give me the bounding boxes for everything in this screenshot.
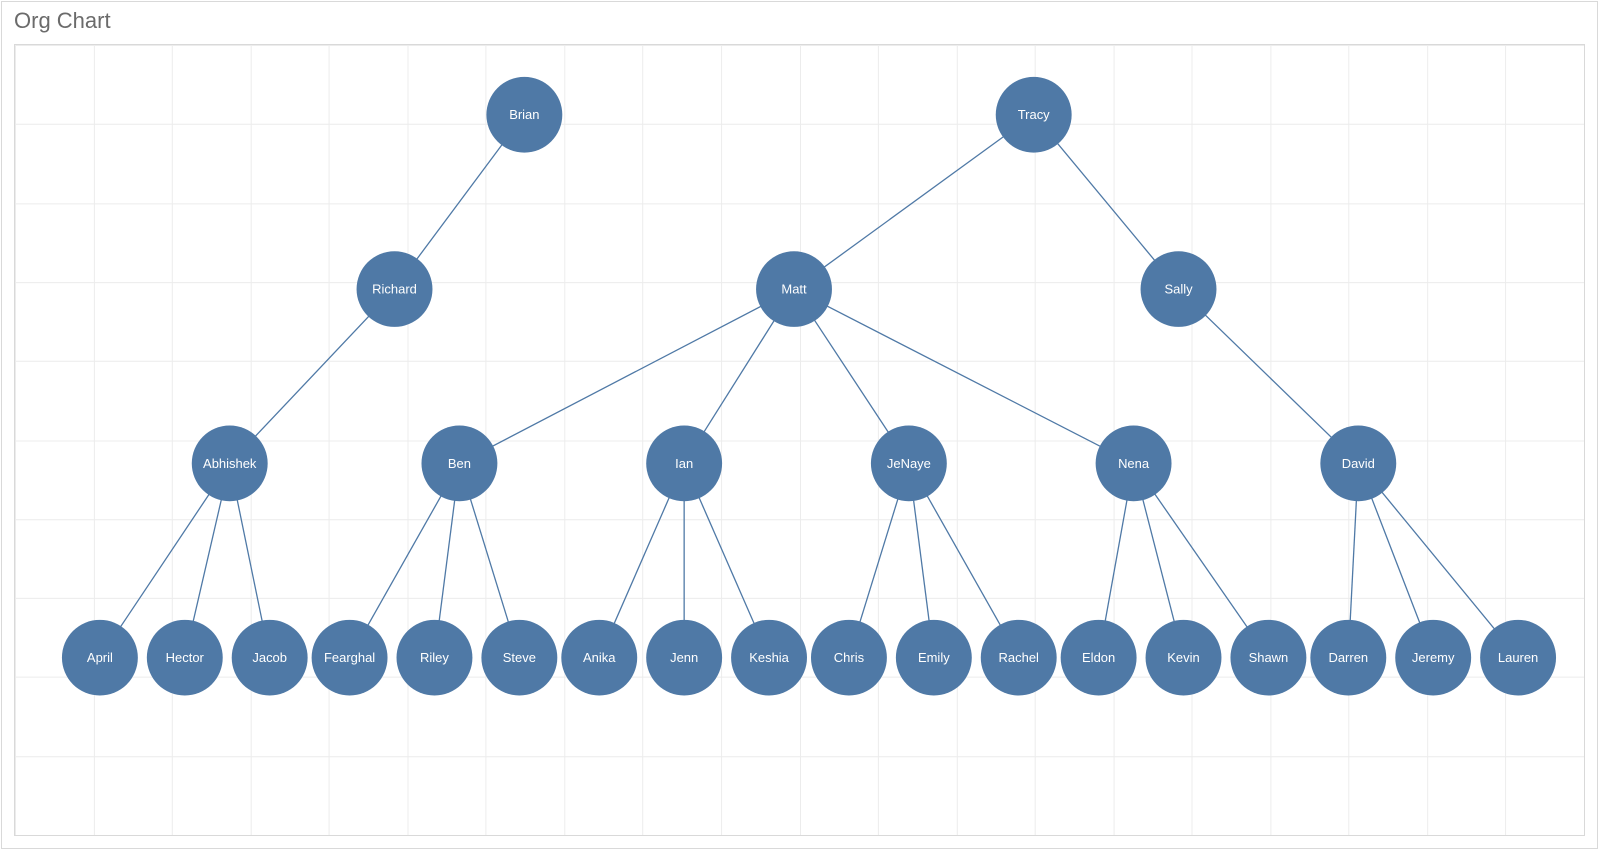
node-circle bbox=[1310, 620, 1386, 696]
node-circle bbox=[312, 620, 388, 696]
node-circle bbox=[1230, 620, 1306, 696]
org-node-jeremy[interactable]: Jeremy bbox=[1395, 620, 1471, 696]
node-circle bbox=[1395, 620, 1471, 696]
org-node-nena[interactable]: Nena bbox=[1096, 426, 1172, 502]
org-node-emily[interactable]: Emily bbox=[896, 620, 972, 696]
node-circle bbox=[1480, 620, 1556, 696]
node-circle bbox=[486, 77, 562, 153]
node-circle bbox=[147, 620, 223, 696]
node-circle bbox=[1146, 620, 1222, 696]
org-link bbox=[459, 289, 794, 463]
org-node-chris[interactable]: Chris bbox=[811, 620, 887, 696]
org-node-darren[interactable]: Darren bbox=[1310, 620, 1386, 696]
node-circle bbox=[981, 620, 1057, 696]
org-node-steve[interactable]: Steve bbox=[481, 620, 557, 696]
node-circle bbox=[646, 620, 722, 696]
node-circle bbox=[646, 426, 722, 502]
org-node-abhishek[interactable]: Abhishek bbox=[192, 426, 268, 502]
org-node-jacob[interactable]: Jacob bbox=[232, 620, 308, 696]
node-circle bbox=[481, 620, 557, 696]
node-circle bbox=[192, 426, 268, 502]
org-node-richard[interactable]: Richard bbox=[357, 251, 433, 327]
node-circle bbox=[62, 620, 138, 696]
node-circle bbox=[397, 620, 473, 696]
dashboard-frame: Org Chart Brian Tracy Richard Matt Sally Abhi… bbox=[1, 1, 1598, 849]
org-node-ben[interactable]: Ben bbox=[421, 426, 497, 502]
node-circle bbox=[232, 620, 308, 696]
node-circle bbox=[756, 251, 832, 327]
node-circle bbox=[1141, 251, 1217, 327]
org-node-anika[interactable]: Anika bbox=[561, 620, 637, 696]
dashboard-title: Org Chart bbox=[14, 8, 111, 34]
node-circle bbox=[996, 77, 1072, 153]
node-circle bbox=[561, 620, 637, 696]
org-link bbox=[794, 115, 1034, 289]
node-circle bbox=[1061, 620, 1137, 696]
nodes-layer: Brian Tracy Richard Matt Sally Abhishek Ben Ian… bbox=[62, 77, 1556, 696]
org-node-sally[interactable]: Sally bbox=[1141, 251, 1217, 327]
org-node-shawn[interactable]: Shawn bbox=[1230, 620, 1306, 696]
links-layer bbox=[100, 115, 1518, 658]
node-circle bbox=[421, 426, 497, 502]
node-circle bbox=[357, 251, 433, 327]
org-chart-area[interactable]: Brian Tracy Richard Matt Sally Abhishek Ben Ian… bbox=[14, 44, 1585, 836]
node-circle bbox=[1096, 426, 1172, 502]
org-node-april[interactable]: April bbox=[62, 620, 138, 696]
org-node-keshia[interactable]: Keshia bbox=[731, 620, 807, 696]
node-circle bbox=[896, 620, 972, 696]
org-node-jenn[interactable]: Jenn bbox=[646, 620, 722, 696]
org-node-kevin[interactable]: Kevin bbox=[1146, 620, 1222, 696]
org-node-jenaye[interactable]: JeNaye bbox=[871, 426, 947, 502]
org-node-matt[interactable]: Matt bbox=[756, 251, 832, 327]
org-node-tracy[interactable]: Tracy bbox=[996, 77, 1072, 153]
org-node-ian[interactable]: Ian bbox=[646, 426, 722, 502]
node-circle bbox=[871, 426, 947, 502]
org-node-rachel[interactable]: Rachel bbox=[981, 620, 1057, 696]
org-node-eldon[interactable]: Eldon bbox=[1061, 620, 1137, 696]
node-circle bbox=[1320, 426, 1396, 502]
org-link bbox=[794, 289, 1134, 463]
org-node-lauren[interactable]: Lauren bbox=[1480, 620, 1556, 696]
org-chart-svg[interactable]: Brian Tracy Richard Matt Sally Abhishek Ben Ian… bbox=[15, 45, 1584, 835]
node-circle bbox=[811, 620, 887, 696]
org-node-hector[interactable]: Hector bbox=[147, 620, 223, 696]
org-node-fearghal[interactable]: Fearghal bbox=[312, 620, 388, 696]
org-node-riley[interactable]: Riley bbox=[397, 620, 473, 696]
org-node-david[interactable]: David bbox=[1320, 426, 1396, 502]
org-node-brian[interactable]: Brian bbox=[486, 77, 562, 153]
node-circle bbox=[731, 620, 807, 696]
